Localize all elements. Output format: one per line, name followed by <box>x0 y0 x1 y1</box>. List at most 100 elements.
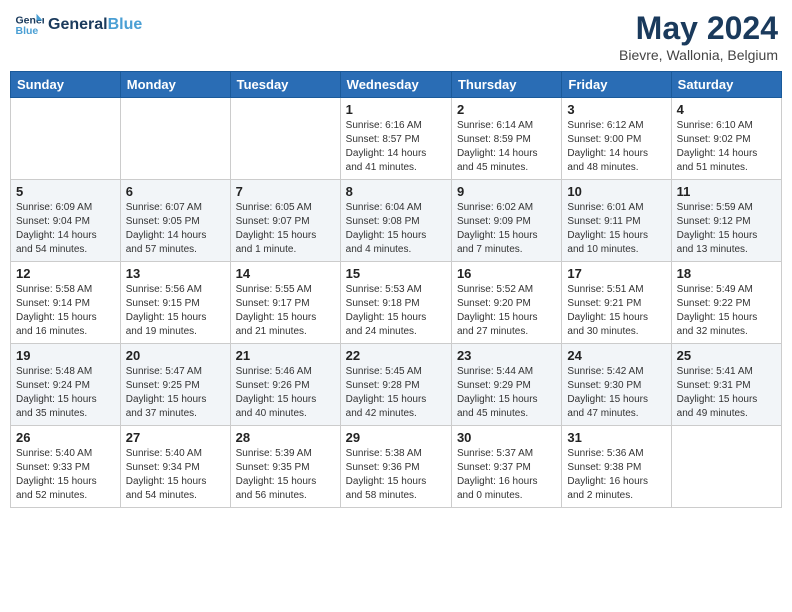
calendar-week-row: 5 Sunrise: 6:09 AM Sunset: 9:04 PM Daylig… <box>11 180 782 262</box>
calendar-day-cell: 18 Sunrise: 5:49 AM Sunset: 9:22 PM Dayli… <box>671 262 781 344</box>
calendar-day-cell: 22 Sunrise: 5:45 AM Sunset: 9:28 PM Dayli… <box>340 344 451 426</box>
calendar-day-cell: 15Sunrise: 5:53 AM Sunset: 9:18 PM Dayli… <box>340 262 451 344</box>
day-info: Sunrise: 5:53 AM Sunset: 9:18 PM Dayligh… <box>346 283 446 339</box>
day-number: 24 <box>567 348 665 363</box>
calendar-table: SundayMondayTuesdayWednesdayThursdayFrid… <box>10 71 782 508</box>
day-of-week-header: Wednesday <box>340 72 451 98</box>
day-info: Sunrise: 5:52 AM Sunset: 9:20 PM Dayligh… <box>457 283 556 339</box>
calendar-day-cell: 25 Sunrise: 5:41 AM Sunset: 9:31 PM Dayli… <box>671 344 781 426</box>
day-info: Sunrise: 5:40 AM Sunset: 9:34 PM Dayligh… <box>126 447 225 503</box>
calendar-day-cell: 8 Sunrise: 6:04 AM Sunset: 9:08 PM Daylig… <box>340 180 451 262</box>
calendar-day-cell: 19 Sunrise: 5:48 AM Sunset: 9:24 PM Dayli… <box>11 344 121 426</box>
day-number: 8 <box>346 184 446 199</box>
calendar-header-row: SundayMondayTuesdayWednesdayThursdayFrid… <box>11 72 782 98</box>
calendar-day-cell: 2 Sunrise: 6:14 AM Sunset: 8:59 PM Daylig… <box>451 98 561 180</box>
calendar-day-cell: 23 Sunrise: 5:44 AM Sunset: 9:29 PM Dayli… <box>451 344 561 426</box>
day-info: Sunrise: 5:56 AM Sunset: 9:15 PM Dayligh… <box>126 283 225 339</box>
calendar-day-cell: 1Sunrise: 6:16 AM Sunset: 8:57 PM Daylig… <box>340 98 451 180</box>
day-info: Sunrise: 6:14 AM Sunset: 8:59 PM Dayligh… <box>457 119 556 175</box>
day-info: Sunrise: 6:02 AM Sunset: 9:09 PM Dayligh… <box>457 201 556 257</box>
day-number: 1 <box>346 102 446 117</box>
day-info: Sunrise: 5:59 AM Sunset: 9:12 PM Dayligh… <box>677 201 776 257</box>
day-info: Sunrise: 5:39 AM Sunset: 9:35 PM Dayligh… <box>236 447 335 503</box>
day-of-week-header: Thursday <box>451 72 561 98</box>
day-number: 20 <box>126 348 225 363</box>
day-info: Sunrise: 5:36 AM Sunset: 9:38 PM Dayligh… <box>567 447 665 503</box>
day-number: 5 <box>16 184 115 199</box>
calendar-day-cell: 6Sunrise: 6:07 AM Sunset: 9:05 PM Daylig… <box>120 180 230 262</box>
day-number: 13 <box>126 266 225 281</box>
logo-text: GeneralBlue <box>48 16 142 34</box>
location-title: Bievre, Wallonia, Belgium <box>619 47 778 63</box>
day-info: Sunrise: 6:10 AM Sunset: 9:02 PM Dayligh… <box>677 119 776 175</box>
calendar-day-cell: 5 Sunrise: 6:09 AM Sunset: 9:04 PM Daylig… <box>11 180 121 262</box>
day-number: 30 <box>457 430 556 445</box>
day-number: 12 <box>16 266 115 281</box>
day-info: Sunrise: 5:38 AM Sunset: 9:36 PM Dayligh… <box>346 447 446 503</box>
day-number: 19 <box>16 348 115 363</box>
day-info: Sunrise: 5:58 AM Sunset: 9:14 PM Dayligh… <box>16 283 115 339</box>
day-info: Sunrise: 5:44 AM Sunset: 9:29 PM Dayligh… <box>457 365 556 421</box>
day-info: Sunrise: 5:41 AM Sunset: 9:31 PM Dayligh… <box>677 365 776 421</box>
day-info: Sunrise: 6:12 AM Sunset: 9:00 PM Dayligh… <box>567 119 665 175</box>
page-header: General Blue GeneralBlue May 2024 Bievre… <box>10 10 782 63</box>
day-number: 17 <box>567 266 665 281</box>
calendar-day-cell: 31 Sunrise: 5:36 AM Sunset: 9:38 PM Dayli… <box>562 426 671 508</box>
day-of-week-header: Monday <box>120 72 230 98</box>
day-number: 21 <box>236 348 335 363</box>
day-number: 25 <box>677 348 776 363</box>
day-of-week-header: Tuesday <box>230 72 340 98</box>
day-info: Sunrise: 5:51 AM Sunset: 9:21 PM Dayligh… <box>567 283 665 339</box>
calendar-week-row: 19 Sunrise: 5:48 AM Sunset: 9:24 PM Dayli… <box>11 344 782 426</box>
day-info: Sunrise: 5:48 AM Sunset: 9:24 PM Dayligh… <box>16 365 115 421</box>
day-number: 10 <box>567 184 665 199</box>
calendar-day-cell: 17 Sunrise: 5:51 AM Sunset: 9:21 PM Dayli… <box>562 262 671 344</box>
calendar-week-row: 26 Sunrise: 5:40 AM Sunset: 9:33 PM Dayli… <box>11 426 782 508</box>
day-number: 16 <box>457 266 556 281</box>
calendar-day-cell <box>671 426 781 508</box>
calendar-week-row: 12 Sunrise: 5:58 AM Sunset: 9:14 PM Dayli… <box>11 262 782 344</box>
day-info: Sunrise: 6:09 AM Sunset: 9:04 PM Dayligh… <box>16 201 115 257</box>
day-number: 26 <box>16 430 115 445</box>
day-info: Sunrise: 6:05 AM Sunset: 9:07 PM Dayligh… <box>236 201 335 257</box>
calendar-day-cell: 24 Sunrise: 5:42 AM Sunset: 9:30 PM Dayli… <box>562 344 671 426</box>
day-number: 2 <box>457 102 556 117</box>
calendar-day-cell: 20Sunrise: 5:47 AM Sunset: 9:25 PM Dayli… <box>120 344 230 426</box>
calendar-day-cell <box>11 98 121 180</box>
day-info: Sunrise: 6:04 AM Sunset: 9:08 PM Dayligh… <box>346 201 446 257</box>
logo-icon: General Blue <box>14 10 44 40</box>
day-number: 11 <box>677 184 776 199</box>
day-number: 28 <box>236 430 335 445</box>
calendar-day-cell <box>230 98 340 180</box>
month-title: May 2024 <box>619 10 778 47</box>
day-info: Sunrise: 5:55 AM Sunset: 9:17 PM Dayligh… <box>236 283 335 339</box>
logo: General Blue GeneralBlue <box>14 10 142 40</box>
day-number: 31 <box>567 430 665 445</box>
calendar-week-row: 1Sunrise: 6:16 AM Sunset: 8:57 PM Daylig… <box>11 98 782 180</box>
day-number: 22 <box>346 348 446 363</box>
day-of-week-header: Saturday <box>671 72 781 98</box>
day-info: Sunrise: 5:42 AM Sunset: 9:30 PM Dayligh… <box>567 365 665 421</box>
day-info: Sunrise: 5:45 AM Sunset: 9:28 PM Dayligh… <box>346 365 446 421</box>
calendar-day-cell: 21Sunrise: 5:46 AM Sunset: 9:26 PM Dayli… <box>230 344 340 426</box>
day-number: 6 <box>126 184 225 199</box>
calendar-day-cell: 26 Sunrise: 5:40 AM Sunset: 9:33 PM Dayli… <box>11 426 121 508</box>
calendar-day-cell: 4Sunrise: 6:10 AM Sunset: 9:02 PM Daylig… <box>671 98 781 180</box>
day-info: Sunrise: 6:01 AM Sunset: 9:11 PM Dayligh… <box>567 201 665 257</box>
calendar-day-cell: 9 Sunrise: 6:02 AM Sunset: 9:09 PM Daylig… <box>451 180 561 262</box>
day-number: 27 <box>126 430 225 445</box>
calendar-day-cell: 7Sunrise: 6:05 AM Sunset: 9:07 PM Daylig… <box>230 180 340 262</box>
day-number: 18 <box>677 266 776 281</box>
day-of-week-header: Sunday <box>11 72 121 98</box>
calendar-day-cell: 30Sunrise: 5:37 AM Sunset: 9:37 PM Dayli… <box>451 426 561 508</box>
calendar-day-cell: 13 Sunrise: 5:56 AM Sunset: 9:15 PM Dayli… <box>120 262 230 344</box>
calendar-day-cell <box>120 98 230 180</box>
day-of-week-header: Friday <box>562 72 671 98</box>
day-number: 23 <box>457 348 556 363</box>
svg-text:Blue: Blue <box>16 25 39 37</box>
calendar-day-cell: 27 Sunrise: 5:40 AM Sunset: 9:34 PM Dayli… <box>120 426 230 508</box>
day-number: 9 <box>457 184 556 199</box>
calendar-day-cell: 29Sunrise: 5:38 AM Sunset: 9:36 PM Dayli… <box>340 426 451 508</box>
day-info: Sunrise: 5:49 AM Sunset: 9:22 PM Dayligh… <box>677 283 776 339</box>
day-info: Sunrise: 5:40 AM Sunset: 9:33 PM Dayligh… <box>16 447 115 503</box>
